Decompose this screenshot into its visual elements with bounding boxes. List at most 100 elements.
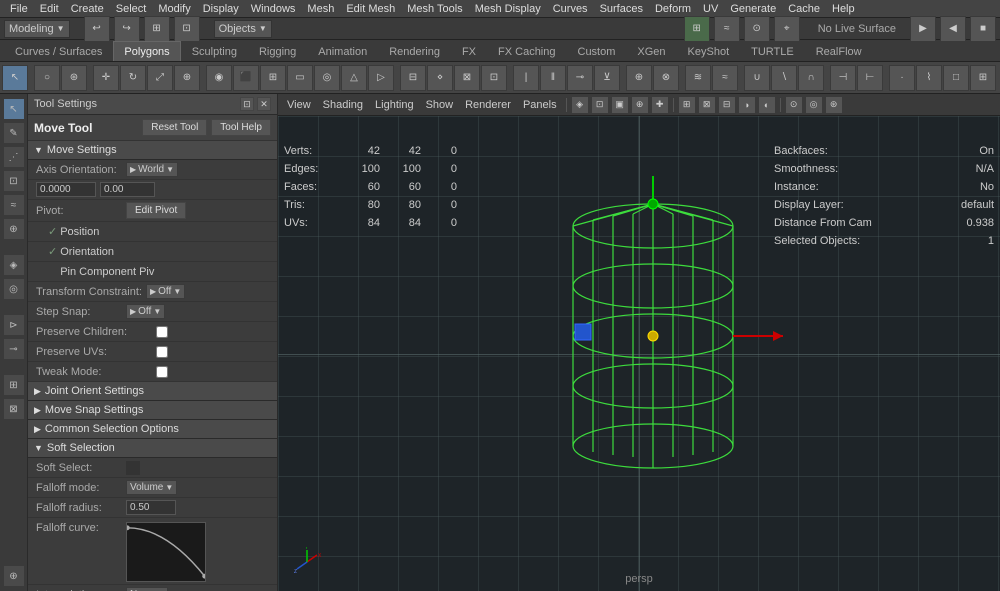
merge-icon[interactable]: ⊕ — [626, 65, 652, 91]
falloff-mode-dropdown[interactable]: Volume ▼ — [126, 480, 177, 495]
bevel-icon[interactable]: ⋄ — [427, 65, 453, 91]
tab-turtle[interactable]: TURTLE — [740, 41, 805, 61]
paint-sel-icon[interactable]: ⊛ — [61, 65, 87, 91]
mode-icon-1[interactable]: ⊞ — [144, 16, 170, 42]
redo-icon[interactable]: ↪ — [114, 16, 140, 42]
uv-icon[interactable]: ⊡ — [3, 170, 25, 192]
joint-orient-header[interactable]: ▶ Joint Orient Settings — [28, 382, 277, 401]
menu-surfaces[interactable]: Surfaces — [594, 0, 649, 17]
connect-icon[interactable]: ⊸ — [567, 65, 593, 91]
objects-dropdown[interactable]: Objects ▼ — [214, 20, 272, 38]
snap-view-icon[interactable]: ⌖ — [774, 16, 800, 42]
soft-selection-header[interactable]: ▼ Soft Selection — [28, 439, 277, 458]
preserve-children-checkbox[interactable] — [156, 326, 168, 338]
tab-realflow[interactable]: RealFlow — [805, 41, 873, 61]
tab-rigging[interactable]: Rigging — [248, 41, 307, 61]
vp-menu-lighting[interactable]: Lighting — [370, 99, 419, 111]
vp-menu-show[interactable]: Show — [421, 99, 459, 111]
anim-icon[interactable]: ⊳ — [3, 314, 25, 336]
tab-rendering[interactable]: Rendering — [378, 41, 451, 61]
step-snap-dropdown[interactable]: ▶ Off ▼ — [126, 304, 165, 319]
tab-fx-caching[interactable]: FX Caching — [487, 41, 566, 61]
snap-point-icon[interactable]: ⊙ — [744, 16, 770, 42]
menu-edit-mesh[interactable]: Edit Mesh — [340, 0, 401, 17]
interpolation-dropdown[interactable]: None ▼ — [126, 587, 168, 591]
reset-tool-btn[interactable]: Reset Tool — [142, 119, 207, 136]
tab-curves-surfaces[interactable]: Curves / Surfaces — [4, 41, 113, 61]
cube-icon[interactable]: ⬛ — [233, 65, 259, 91]
plane-icon[interactable]: ▭ — [287, 65, 313, 91]
vp-icon-7[interactable]: ⊠ — [698, 96, 716, 114]
vp-icon-11[interactable]: ⊙ — [785, 96, 803, 114]
transform-icon[interactable]: ⊕ — [174, 65, 200, 91]
sculpt-icon[interactable]: ⋰ — [3, 146, 25, 168]
transform-constraint-dropdown[interactable]: ▶ Off ▼ — [146, 284, 185, 299]
extrude-icon[interactable]: ⊟ — [400, 65, 426, 91]
vp-menu-view[interactable]: View — [282, 99, 316, 111]
menu-deform[interactable]: Deform — [649, 0, 697, 17]
vp-icon-1[interactable]: ◈ — [571, 96, 589, 114]
snap-curve-icon[interactable]: ≈ — [714, 16, 740, 42]
torus-icon[interactable]: ◎ — [314, 65, 340, 91]
offset-edge-icon[interactable]: ‖ — [540, 65, 566, 91]
mirror-icon[interactable]: ⊣ — [830, 65, 856, 91]
sel-face-icon[interactable]: □ — [943, 65, 969, 91]
bool-diff-icon[interactable]: ∖ — [771, 65, 797, 91]
vp-icon-3[interactable]: ▣ — [611, 96, 629, 114]
x-input[interactable] — [36, 182, 96, 197]
move-icon[interactable]: ✛ — [93, 65, 119, 91]
render-icon-1[interactable]: ▶ — [910, 16, 936, 42]
menu-edit[interactable]: Edit — [34, 0, 65, 17]
bottom-icon[interactable]: ⊕ — [3, 565, 25, 587]
tab-animation[interactable]: Animation — [307, 41, 378, 61]
viewport-canvas[interactable]: Verts: 42 42 0 Edges: 100 100 0 Faces: 6… — [278, 116, 1000, 591]
crease-sb-icon[interactable]: ⊕ — [3, 218, 25, 240]
display-icon[interactable]: ◈ — [3, 254, 25, 276]
tool-help-btn[interactable]: Tool Help — [211, 119, 271, 136]
smooth-icon[interactable]: ≈ — [712, 65, 738, 91]
disc-icon[interactable]: ▷ — [368, 65, 394, 91]
render-icon-2[interactable]: ◀ — [940, 16, 966, 42]
crease-icon[interactable]: ≋ — [685, 65, 711, 91]
tab-fx[interactable]: FX — [451, 41, 487, 61]
menu-mesh-display[interactable]: Mesh Display — [469, 0, 547, 17]
orientation-checkbox-label[interactable]: ✓ Orientation — [48, 245, 114, 258]
vp-icon-10[interactable]: ◐ — [758, 96, 776, 114]
snap-grid-icon[interactable]: ⊞ — [684, 16, 710, 42]
render-icon-3[interactable]: ■ — [970, 16, 996, 42]
tab-keyshot[interactable]: KeyShot — [677, 41, 741, 61]
tab-xgen[interactable]: XGen — [626, 41, 676, 61]
slide-edge-icon[interactable]: ⊻ — [594, 65, 620, 91]
vp-icon-8[interactable]: ⊟ — [718, 96, 736, 114]
menu-display[interactable]: Display — [197, 0, 245, 17]
common-selection-header[interactable]: ▶ Common Selection Options — [28, 420, 277, 439]
misc-icon-1[interactable]: ⊞ — [3, 374, 25, 396]
pin-component-checkbox-label[interactable]: ✓ Pin Component Piv — [48, 265, 154, 278]
undo-icon[interactable]: ↩ — [84, 16, 110, 42]
mode-selector[interactable]: Modeling ▼ — [4, 20, 70, 38]
paint-icon[interactable]: ✎ — [3, 122, 25, 144]
cone-icon[interactable]: △ — [341, 65, 367, 91]
render-sb-icon[interactable]: ◎ — [3, 278, 25, 300]
vp-icon-13[interactable]: ⊛ — [825, 96, 843, 114]
scale-icon[interactable]: ⤢ — [147, 65, 173, 91]
sel-vert-icon[interactable]: · — [889, 65, 915, 91]
menu-modify[interactable]: Modify — [152, 0, 196, 17]
menu-file[interactable]: File — [4, 0, 34, 17]
menu-curves[interactable]: Curves — [547, 0, 594, 17]
vp-icon-12[interactable]: ◎ — [805, 96, 823, 114]
select-tool-icon[interactable]: ↖ — [2, 65, 28, 91]
tool-settings-float-btn[interactable]: ⊡ — [240, 97, 254, 111]
vp-menu-shading[interactable]: Shading — [318, 99, 368, 111]
menu-create[interactable]: Create — [65, 0, 110, 17]
position-checkbox-label[interactable]: ✓ Position — [48, 225, 99, 238]
lasso-icon[interactable]: ○ — [34, 65, 60, 91]
vp-menu-panels[interactable]: Panels — [518, 99, 562, 111]
rotate-icon[interactable]: ↻ — [120, 65, 146, 91]
menu-help[interactable]: Help — [826, 0, 861, 17]
menu-windows[interactable]: Windows — [245, 0, 302, 17]
edit-pivot-btn[interactable]: Edit Pivot — [126, 202, 186, 219]
menu-uv[interactable]: UV — [697, 0, 724, 17]
sel-loop-icon[interactable]: ⊞ — [970, 65, 996, 91]
misc-icon-2[interactable]: ⊠ — [3, 398, 25, 420]
